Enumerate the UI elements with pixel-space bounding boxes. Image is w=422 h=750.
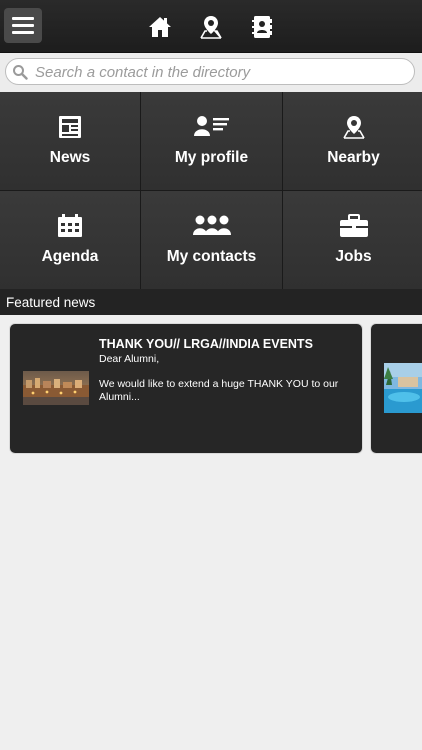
tile-agenda[interactable]: Agenda: [0, 191, 140, 290]
search-icon: [13, 65, 28, 80]
profile-card-icon: [193, 116, 229, 136]
tile-jobs[interactable]: Jobs: [283, 191, 422, 290]
tile-label: Nearby: [327, 149, 380, 166]
news-excerpt: We would like to extend a huge THANK YOU…: [99, 378, 339, 403]
hamburger-icon: [12, 17, 34, 20]
map-pin-icon: [342, 116, 365, 139]
news-thumbnail: [23, 371, 89, 405]
tile-my-contacts[interactable]: My contacts: [141, 191, 282, 290]
address-book-icon[interactable]: [249, 14, 275, 40]
menu-grid: News My profile Nearby Agenda My contact…: [0, 92, 422, 290]
briefcase-icon: [339, 214, 368, 237]
tile-label: My profile: [174, 149, 249, 166]
calendar-icon: [58, 214, 82, 237]
news-card[interactable]: THANK YOU// LRGA//INDIA EVENTS Dear Alum…: [10, 324, 362, 453]
tile-nearby[interactable]: Nearby: [283, 92, 422, 190]
menu-button[interactable]: [4, 8, 42, 43]
news-thumbnail: [384, 363, 422, 413]
group-icon: [192, 215, 231, 235]
top-bar: [0, 0, 422, 53]
tile-news[interactable]: News: [0, 92, 140, 190]
section-title: Featured news: [6, 295, 96, 310]
tile-label: Jobs: [335, 248, 372, 265]
news-greeting: Dear Alumni,: [99, 353, 160, 365]
search-placeholder: Search a contact in the directory: [35, 64, 251, 81]
newspaper-icon: [59, 116, 81, 138]
news-card[interactable]: [371, 324, 422, 453]
featured-news-header: Featured news: [0, 289, 422, 315]
tile-label: Agenda: [41, 248, 99, 265]
search-bar: Search a contact in the directory: [0, 53, 422, 93]
home-icon[interactable]: [147, 14, 173, 40]
map-pin-icon[interactable]: [198, 14, 224, 40]
news-title: THANK YOU// LRGA//INDIA EVENTS: [99, 337, 313, 351]
tile-label: News: [49, 149, 91, 166]
tile-my-profile[interactable]: My profile: [141, 92, 282, 190]
tile-label: My contacts: [166, 248, 257, 265]
search-input[interactable]: Search a contact in the directory: [5, 58, 415, 85]
